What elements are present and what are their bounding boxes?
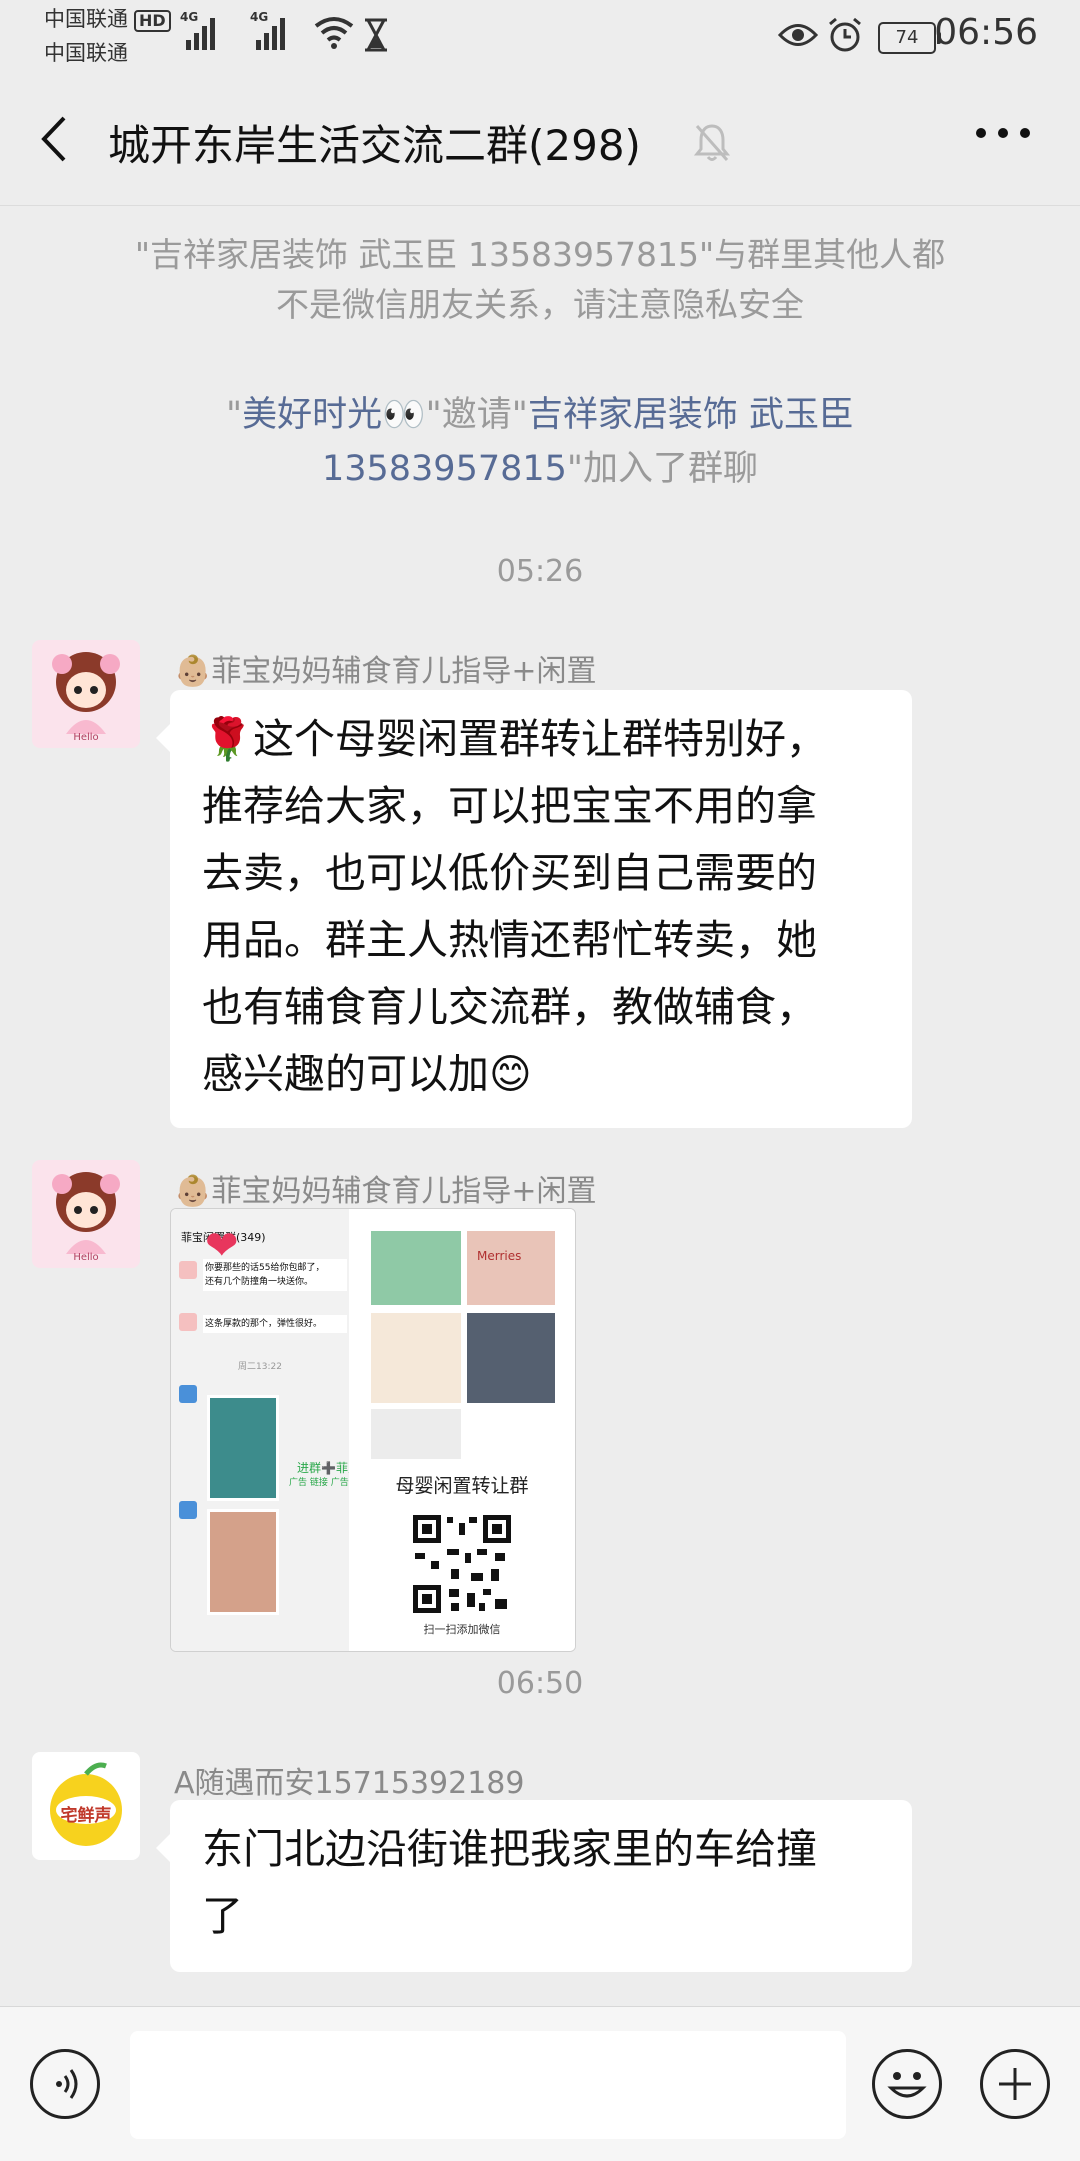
heart-icon: ❤ bbox=[205, 1223, 239, 1269]
sender-name: 👶🏼菲宝妈妈辅食育儿指导+闲置 bbox=[174, 1174, 597, 1209]
poster-title: 母婴闲置转让群 bbox=[395, 1475, 529, 1497]
sender-name: 👶🏼菲宝妈妈辅食育儿指导+闲置 bbox=[174, 654, 597, 689]
hourglass-icon bbox=[365, 18, 387, 52]
avatar[interactable]: 宅鲜声 bbox=[32, 1752, 140, 1860]
screenshot-thumbnail: 菲宝闲置群(349) 你要那些的话55给你包邮了， 还有几个防撞角一块送你。 这… bbox=[171, 1209, 385, 1651]
avatar-caption: Hello bbox=[73, 732, 99, 743]
message-input[interactable] bbox=[130, 2031, 846, 2139]
chat-header: 城开东岸生活交流二群(298) bbox=[0, 70, 1080, 206]
invitee-name[interactable]: 吉祥家居装饰 武玉臣 bbox=[528, 395, 854, 435]
status-time: 06:56 bbox=[934, 12, 1038, 53]
timestamp: 06:50 bbox=[496, 1666, 584, 1701]
plus-icon[interactable] bbox=[980, 2049, 1050, 2119]
carrier-name-2: 中国联通 bbox=[44, 41, 128, 65]
qr-code-icon bbox=[411, 1513, 513, 1615]
avatar[interactable]: Hello bbox=[32, 1160, 140, 1268]
timestamp: 05:26 bbox=[496, 554, 584, 589]
bell-off-icon bbox=[694, 124, 730, 161]
invite-notice: "美好时光👀"邀请"吉祥家居装饰 武玉臣 13583957815"加入了群聊 bbox=[225, 395, 855, 489]
signal-icon-2: 4G bbox=[250, 10, 285, 50]
message-bubble[interactable]: 东门北边沿街谁把我家里的车给撞 了 bbox=[156, 1800, 912, 1972]
avatar-caption: 宅鲜声 bbox=[60, 1806, 112, 1826]
signal-icon: 4G bbox=[180, 10, 215, 50]
alarm-icon bbox=[829, 17, 861, 52]
sender-name: A随遇而安15715392189 bbox=[174, 1766, 525, 1801]
carrier-name-1: 中国联通 bbox=[44, 7, 128, 31]
invitee-phone[interactable]: 13583957815 bbox=[322, 449, 567, 489]
message-bubble[interactable]: 🌹这个母婴闲置群转让群特别好， 推荐给大家，可以把宝宝不用的拿 去卖，也可以低价… bbox=[156, 690, 912, 1128]
input-bar bbox=[0, 2006, 1080, 2161]
more-dots-icon[interactable] bbox=[976, 128, 1030, 142]
wifi-icon bbox=[314, 17, 354, 49]
emoji-icon[interactable] bbox=[872, 2049, 942, 2119]
image-message[interactable]: 菲宝闲置群(349) 你要那些的话55给你包邮了， 还有几个防撞角一块送你。 这… bbox=[170, 1208, 576, 1652]
avatar[interactable]: Hello bbox=[32, 640, 140, 748]
eye-icon bbox=[778, 24, 818, 46]
chevron-left-icon[interactable] bbox=[38, 114, 70, 164]
privacy-notice: "吉祥家居装饰 武玉臣 13583957815"与群里其他人都 不是微信朋友关系… bbox=[134, 235, 946, 324]
inviter-name[interactable]: 美好时光👀 bbox=[242, 395, 426, 435]
voice-icon[interactable] bbox=[30, 2049, 100, 2119]
promo-poster: Merries 母婴闲置转让群 扫一扫添加微信 bbox=[349, 1209, 575, 1651]
status-bar: 中国联通 HD 中国联通 4G 4G 74 06:56 bbox=[0, 0, 1080, 70]
hd-badge: HD bbox=[134, 10, 171, 32]
battery-indicator: 74 bbox=[878, 22, 941, 54]
chat-title: 城开东岸生活交流二群(298) bbox=[108, 121, 641, 170]
